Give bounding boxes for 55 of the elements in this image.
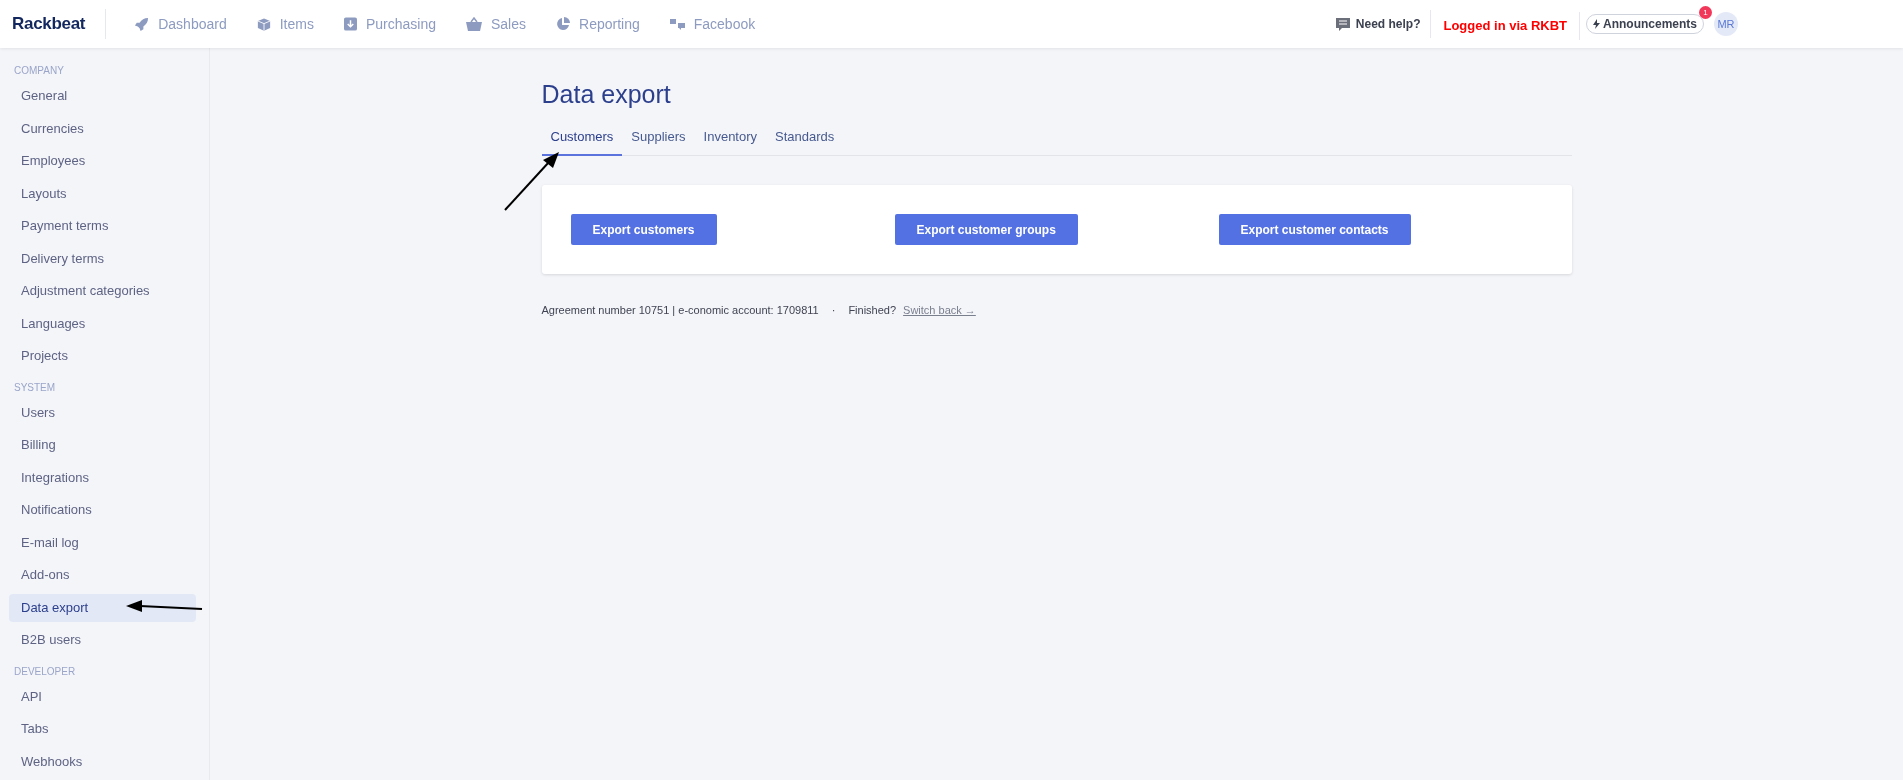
sidebar-item[interactable]: Delivery terms bbox=[9, 244, 196, 273]
sidebar-item[interactable]: E-mail log bbox=[9, 528, 196, 557]
section-heading: SYSTEM bbox=[13, 380, 57, 395]
sidebar-item[interactable]: Payment terms bbox=[9, 212, 196, 240]
nav-link[interactable]: Items bbox=[256, 16, 314, 32]
sidebar-item[interactable]: Notifications bbox=[9, 496, 196, 524]
basket-icon bbox=[466, 17, 482, 31]
nav-link[interactable]: Reporting bbox=[556, 16, 640, 32]
sidebar-item[interactable]: Projects bbox=[9, 342, 196, 370]
export-button[interactable]: Export customer contacts bbox=[1218, 214, 1411, 245]
lightning-icon bbox=[1593, 19, 1600, 29]
section-heading: COMPANY bbox=[13, 64, 65, 78]
sidebar-item[interactable]: Users bbox=[9, 398, 196, 427]
annotation-arrow bbox=[503, 150, 561, 212]
chat-icon bbox=[669, 18, 685, 30]
finished-label: Finished? bbox=[848, 304, 897, 316]
switch-back-link[interactable]: Switch back → bbox=[903, 304, 976, 316]
pie-chart-icon bbox=[556, 17, 570, 31]
sidebar-item[interactable]: Billing bbox=[9, 431, 196, 459]
export-button[interactable]: Export customers bbox=[570, 214, 717, 245]
sidebar-item[interactable]: API bbox=[9, 682, 196, 711]
nav-link[interactable]: Dashboard bbox=[134, 16, 227, 32]
separator-dot: · bbox=[831, 304, 836, 316]
export-button[interactable]: Export customer groups bbox=[894, 214, 1078, 245]
nav-link[interactable]: Sales bbox=[466, 16, 526, 32]
account-info: Agreement number 10751 | e-conomic account: 1709811 bbox=[541, 304, 819, 316]
page-title: Data export bbox=[541, 80, 672, 109]
login-notice: Logged in via RKBT bbox=[1431, 12, 1580, 40]
nav-link[interactable]: Purchasing bbox=[343, 16, 436, 32]
tab[interactable]: Inventory bbox=[694, 129, 767, 156]
tab[interactable]: Suppliers bbox=[622, 129, 695, 156]
announcements-button[interactable]: Announcements bbox=[1586, 14, 1704, 34]
rocket-icon bbox=[134, 16, 150, 32]
sidebar-item[interactable]: Tabs bbox=[9, 715, 196, 743]
user-avatar[interactable]: MR bbox=[1714, 12, 1738, 36]
sidebar-item[interactable]: General bbox=[9, 82, 196, 110]
sidebar-item[interactable]: Data export bbox=[9, 593, 196, 622]
download-icon bbox=[343, 17, 357, 31]
sidebar-item[interactable]: Webhooks bbox=[9, 747, 196, 776]
sidebar-item[interactable]: Adjustment categories bbox=[9, 277, 196, 305]
sidebar-item[interactable]: Integrations bbox=[9, 463, 196, 492]
section-heading: DEVELOPER bbox=[13, 664, 77, 679]
notification-badge: 1 bbox=[1699, 6, 1712, 19]
chat-icon bbox=[1335, 17, 1350, 31]
nav-link[interactable]: Facebook bbox=[669, 16, 756, 32]
sidebar-item[interactable]: Add-ons bbox=[9, 561, 196, 589]
sidebar-item[interactable]: Languages bbox=[9, 309, 196, 338]
sidebar-item[interactable]: Layouts bbox=[9, 179, 196, 208]
sidebar-item[interactable]: Currencies bbox=[9, 114, 196, 143]
sidebar-item[interactable]: Employees bbox=[9, 147, 196, 175]
box-icon bbox=[256, 16, 271, 32]
help-link[interactable]: Need help? bbox=[1335, 10, 1432, 38]
tab[interactable]: Standards bbox=[766, 129, 844, 156]
brand-logo[interactable]: Rackbeat bbox=[0, 9, 107, 39]
sidebar-item[interactable]: B2B users bbox=[9, 626, 196, 654]
